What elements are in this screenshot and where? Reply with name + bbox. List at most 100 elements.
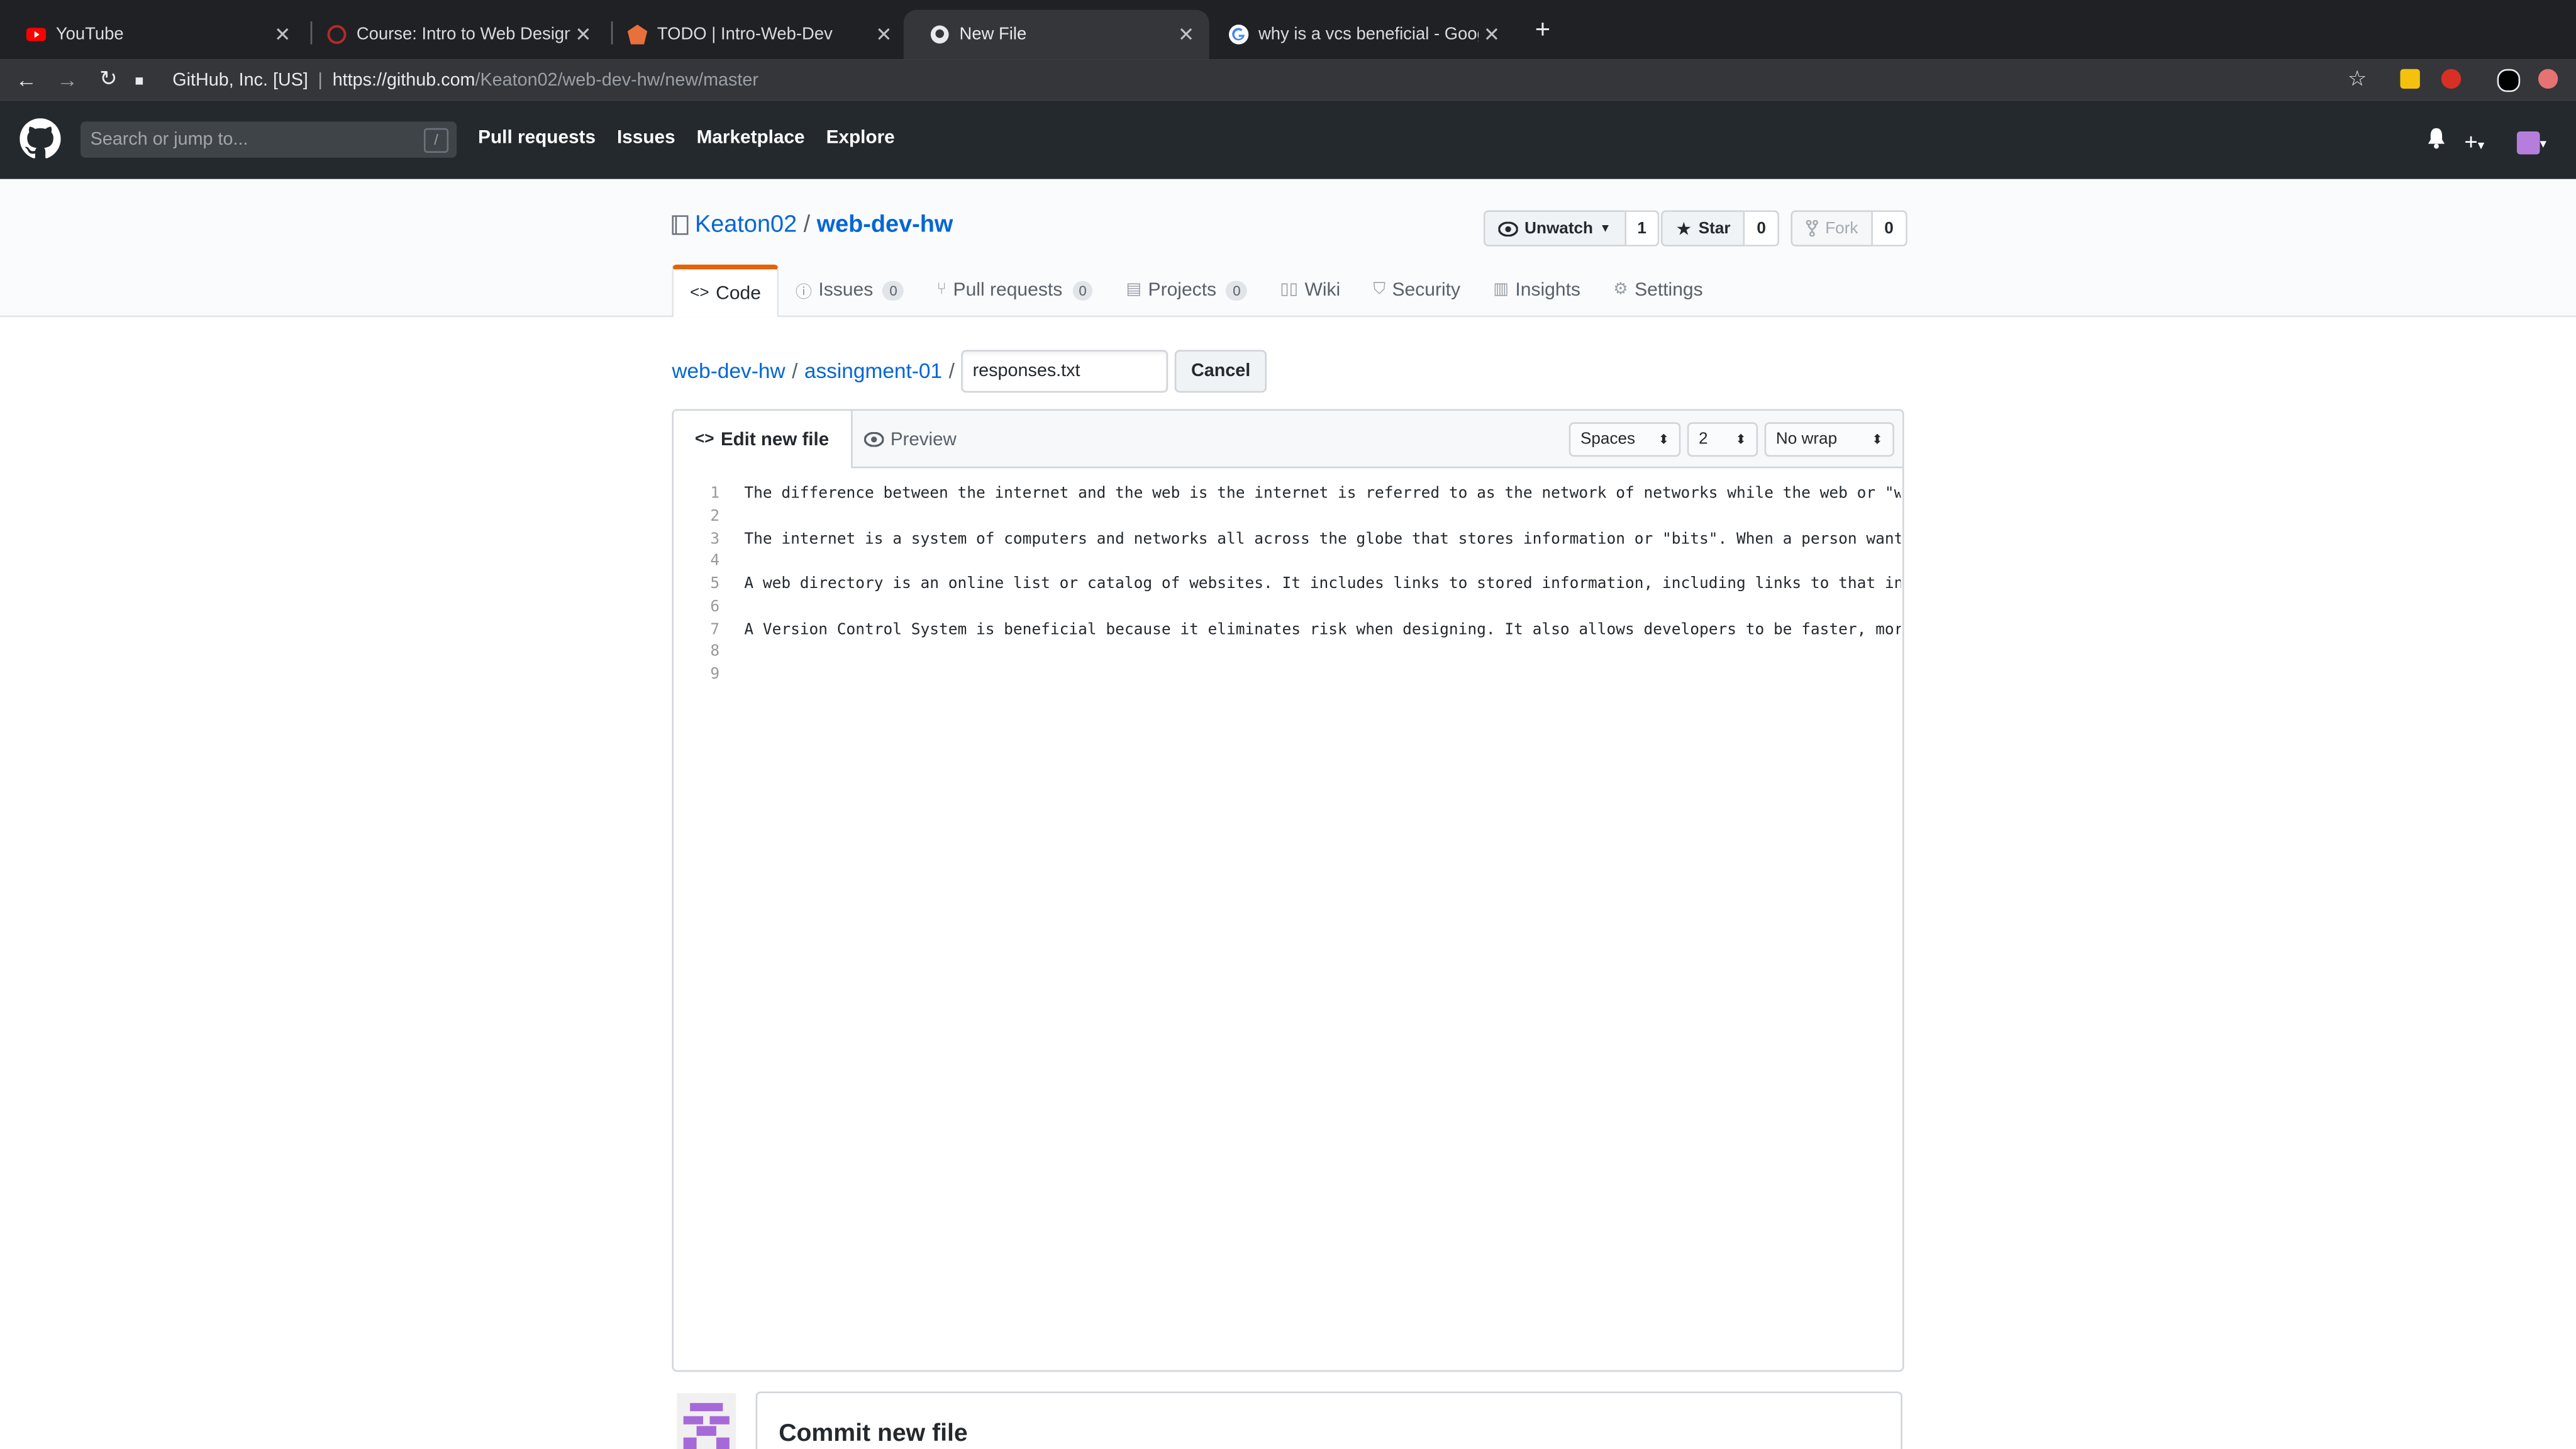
fork-count[interactable]: 0 — [1872, 210, 1907, 247]
tab-title: New File — [959, 25, 1027, 45]
line-number: 5 — [710, 575, 720, 594]
tab-code[interactable]: <> Code — [672, 264, 779, 318]
tab-settings[interactable]: ⚙ Settings — [1597, 265, 1719, 316]
code-line: 3 The internet is a system of computers a… — [674, 530, 1902, 552]
user-avatar-dropdown[interactable]: ▾ — [2516, 128, 2546, 154]
line-text: The internet is a system of computers an… — [744, 530, 1901, 548]
avatar — [677, 1393, 736, 1449]
google-icon — [1228, 25, 1249, 45]
tab-close-icon[interactable]: ✕ — [269, 23, 296, 47]
tab-pull-requests[interactable]: ⑂ Pull requests 0 — [920, 265, 1109, 316]
tab-insights[interactable]: ▥ Insights — [1477, 265, 1597, 316]
tab-label: Pull requests — [953, 280, 1063, 300]
indent-mode-select[interactable]: Spaces ⬍ — [1568, 422, 1681, 457]
fork-group: Fork 0 — [1790, 210, 1907, 247]
select-arrows-icon: ⬍ — [1735, 432, 1746, 447]
line-text — [744, 597, 1901, 620]
browser-tab-strip: YouTube ✕ Course: Intro to Web Design | … — [0, 0, 2576, 60]
address-separator: | — [318, 70, 323, 90]
tab-close-icon[interactable]: ✕ — [570, 23, 596, 47]
code-line: 5 A web directory is an online list or ca… — [674, 575, 1902, 597]
line-text — [744, 665, 1901, 688]
code-editor-area[interactable]: 1 The difference between the internet and… — [674, 485, 1902, 688]
tab-label: Code — [716, 283, 761, 303]
issue-icon: ⓘ — [795, 284, 812, 303]
watch-count[interactable]: 1 — [1626, 210, 1660, 247]
browser-tab-youtube[interactable]: YouTube ✕ — [0, 10, 306, 59]
browser-tab-new-file[interactable]: New File ✕ — [903, 9, 1209, 60]
nav-marketplace[interactable]: Marketplace — [697, 128, 805, 148]
unwatch-button[interactable]: Unwatch ▼ — [1483, 210, 1626, 247]
pull-requests-count-badge: 0 — [1072, 280, 1094, 300]
repo-icon — [672, 215, 689, 235]
line-number: 9 — [710, 665, 720, 684]
projects-count-badge: 0 — [1226, 280, 1248, 300]
edit-tab-label: Edit new file — [720, 430, 830, 450]
tab-security[interactable]: ⛉ Security — [1357, 265, 1477, 316]
tab-title: Course: Intro to Web Design | — [356, 25, 570, 45]
profile-icon[interactable] — [2538, 69, 2558, 89]
line-text — [744, 643, 1901, 665]
adblock-icon[interactable] — [2441, 69, 2462, 89]
star-count[interactable]: 0 — [1745, 210, 1779, 247]
tab-issues[interactable]: ⓘ Issues 0 — [779, 265, 921, 316]
bell-icon[interactable] — [2426, 128, 2446, 155]
tab-close-icon[interactable]: ✕ — [1173, 23, 1199, 47]
browser-tab-google[interactable]: why is a vcs beneficial - Googl ✕ — [1202, 10, 1514, 59]
nav-issues[interactable]: Issues — [617, 128, 675, 148]
tab-close-icon[interactable]: ✕ — [1479, 23, 1505, 47]
tab-projects[interactable]: ▤ Projects 0 — [1109, 265, 1263, 316]
fork-icon — [1806, 220, 1818, 237]
new-tab-icon[interactable]: + — [1528, 16, 1557, 46]
global-nav: Pull requests Issues Marketplace Explore — [478, 128, 895, 148]
star-icon: ★ — [1675, 219, 1692, 240]
nav-explore[interactable]: Explore — [826, 128, 895, 148]
tab-close-icon[interactable]: ✕ — [870, 23, 897, 47]
star-group: ★ Star 0 — [1660, 210, 1779, 247]
repo-header: Keaton02 / web-dev-hw Unwatch ▼ 1 ★ Star… — [0, 179, 2576, 318]
tab-edit-new-file[interactable]: <> Edit new file — [674, 411, 852, 469]
indent-size-select[interactable]: 2 ⬍ — [1687, 422, 1758, 457]
github-logo-icon[interactable] — [19, 118, 61, 159]
star-button[interactable]: ★ Star — [1660, 210, 1746, 247]
search-input[interactable] — [80, 121, 457, 158]
tab-preview[interactable]: Preview — [843, 411, 978, 468]
line-number: 2 — [710, 507, 720, 526]
wrap-mode-select[interactable]: No wrap ⬍ — [1764, 422, 1894, 457]
breadcrumb-root-link[interactable]: web-dev-hw — [672, 358, 785, 382]
line-number: 6 — [710, 597, 720, 616]
breadcrumb-folder-link[interactable]: assingment-01 — [804, 358, 942, 382]
tab-label: Insights — [1515, 280, 1580, 300]
shield-icon: ⛉ — [1373, 280, 1386, 299]
tab-title: why is a vcs beneficial - Googl — [1258, 25, 1479, 45]
code-icon: <> — [694, 430, 714, 449]
certificate-label: GitHub, Inc. [US] — [172, 70, 308, 90]
extension-icon[interactable] — [2497, 69, 2521, 92]
line-number: 1 — [710, 484, 720, 503]
repo-name-link[interactable]: web-dev-hw — [817, 212, 953, 238]
commit-title: Commit new file — [779, 1419, 968, 1448]
extension-icon[interactable] — [2400, 69, 2420, 89]
url-path: /Keaton02/web-dev-hw/new/master — [475, 70, 758, 90]
line-text: A Version Control System is beneficial b… — [744, 620, 1901, 638]
create-new-dropdown[interactable]: +▾ — [2464, 128, 2484, 155]
tab-label: Wiki — [1304, 280, 1341, 300]
address-bar[interactable]: ■ GitHub, Inc. [US] | https://github.com… — [135, 59, 2385, 100]
back-icon[interactable]: ← — [11, 64, 41, 94]
cancel-button[interactable]: Cancel — [1174, 349, 1267, 392]
reload-icon[interactable]: ↻ — [94, 64, 123, 94]
repo-owner-link[interactable]: Keaton02 — [695, 212, 797, 238]
browser-toolbar: ← → ↻ ■ GitHub, Inc. [US] | https://gith… — [0, 59, 2576, 101]
tab-wiki[interactable]: ▯▯ Wiki — [1263, 265, 1357, 316]
forward-icon[interactable]: → — [53, 64, 82, 94]
nav-pull-requests[interactable]: Pull requests — [478, 128, 596, 148]
browser-tab-course[interactable]: Course: Intro to Web Design | ✕ — [301, 10, 606, 59]
line-text: A web directory is an online list or cat… — [744, 575, 1901, 594]
browser-tab-todo[interactable]: TODO | Intro-Web-Dev ✕ — [601, 10, 907, 59]
code-line: 6 — [674, 597, 1902, 620]
line-text — [744, 552, 1901, 575]
code-line: 7 A Version Control System is beneficial … — [674, 620, 1902, 643]
bookmark-star-icon[interactable]: ☆ — [2348, 65, 2367, 92]
filename-input[interactable] — [961, 349, 1169, 392]
fork-button[interactable]: Fork — [1790, 210, 1873, 247]
